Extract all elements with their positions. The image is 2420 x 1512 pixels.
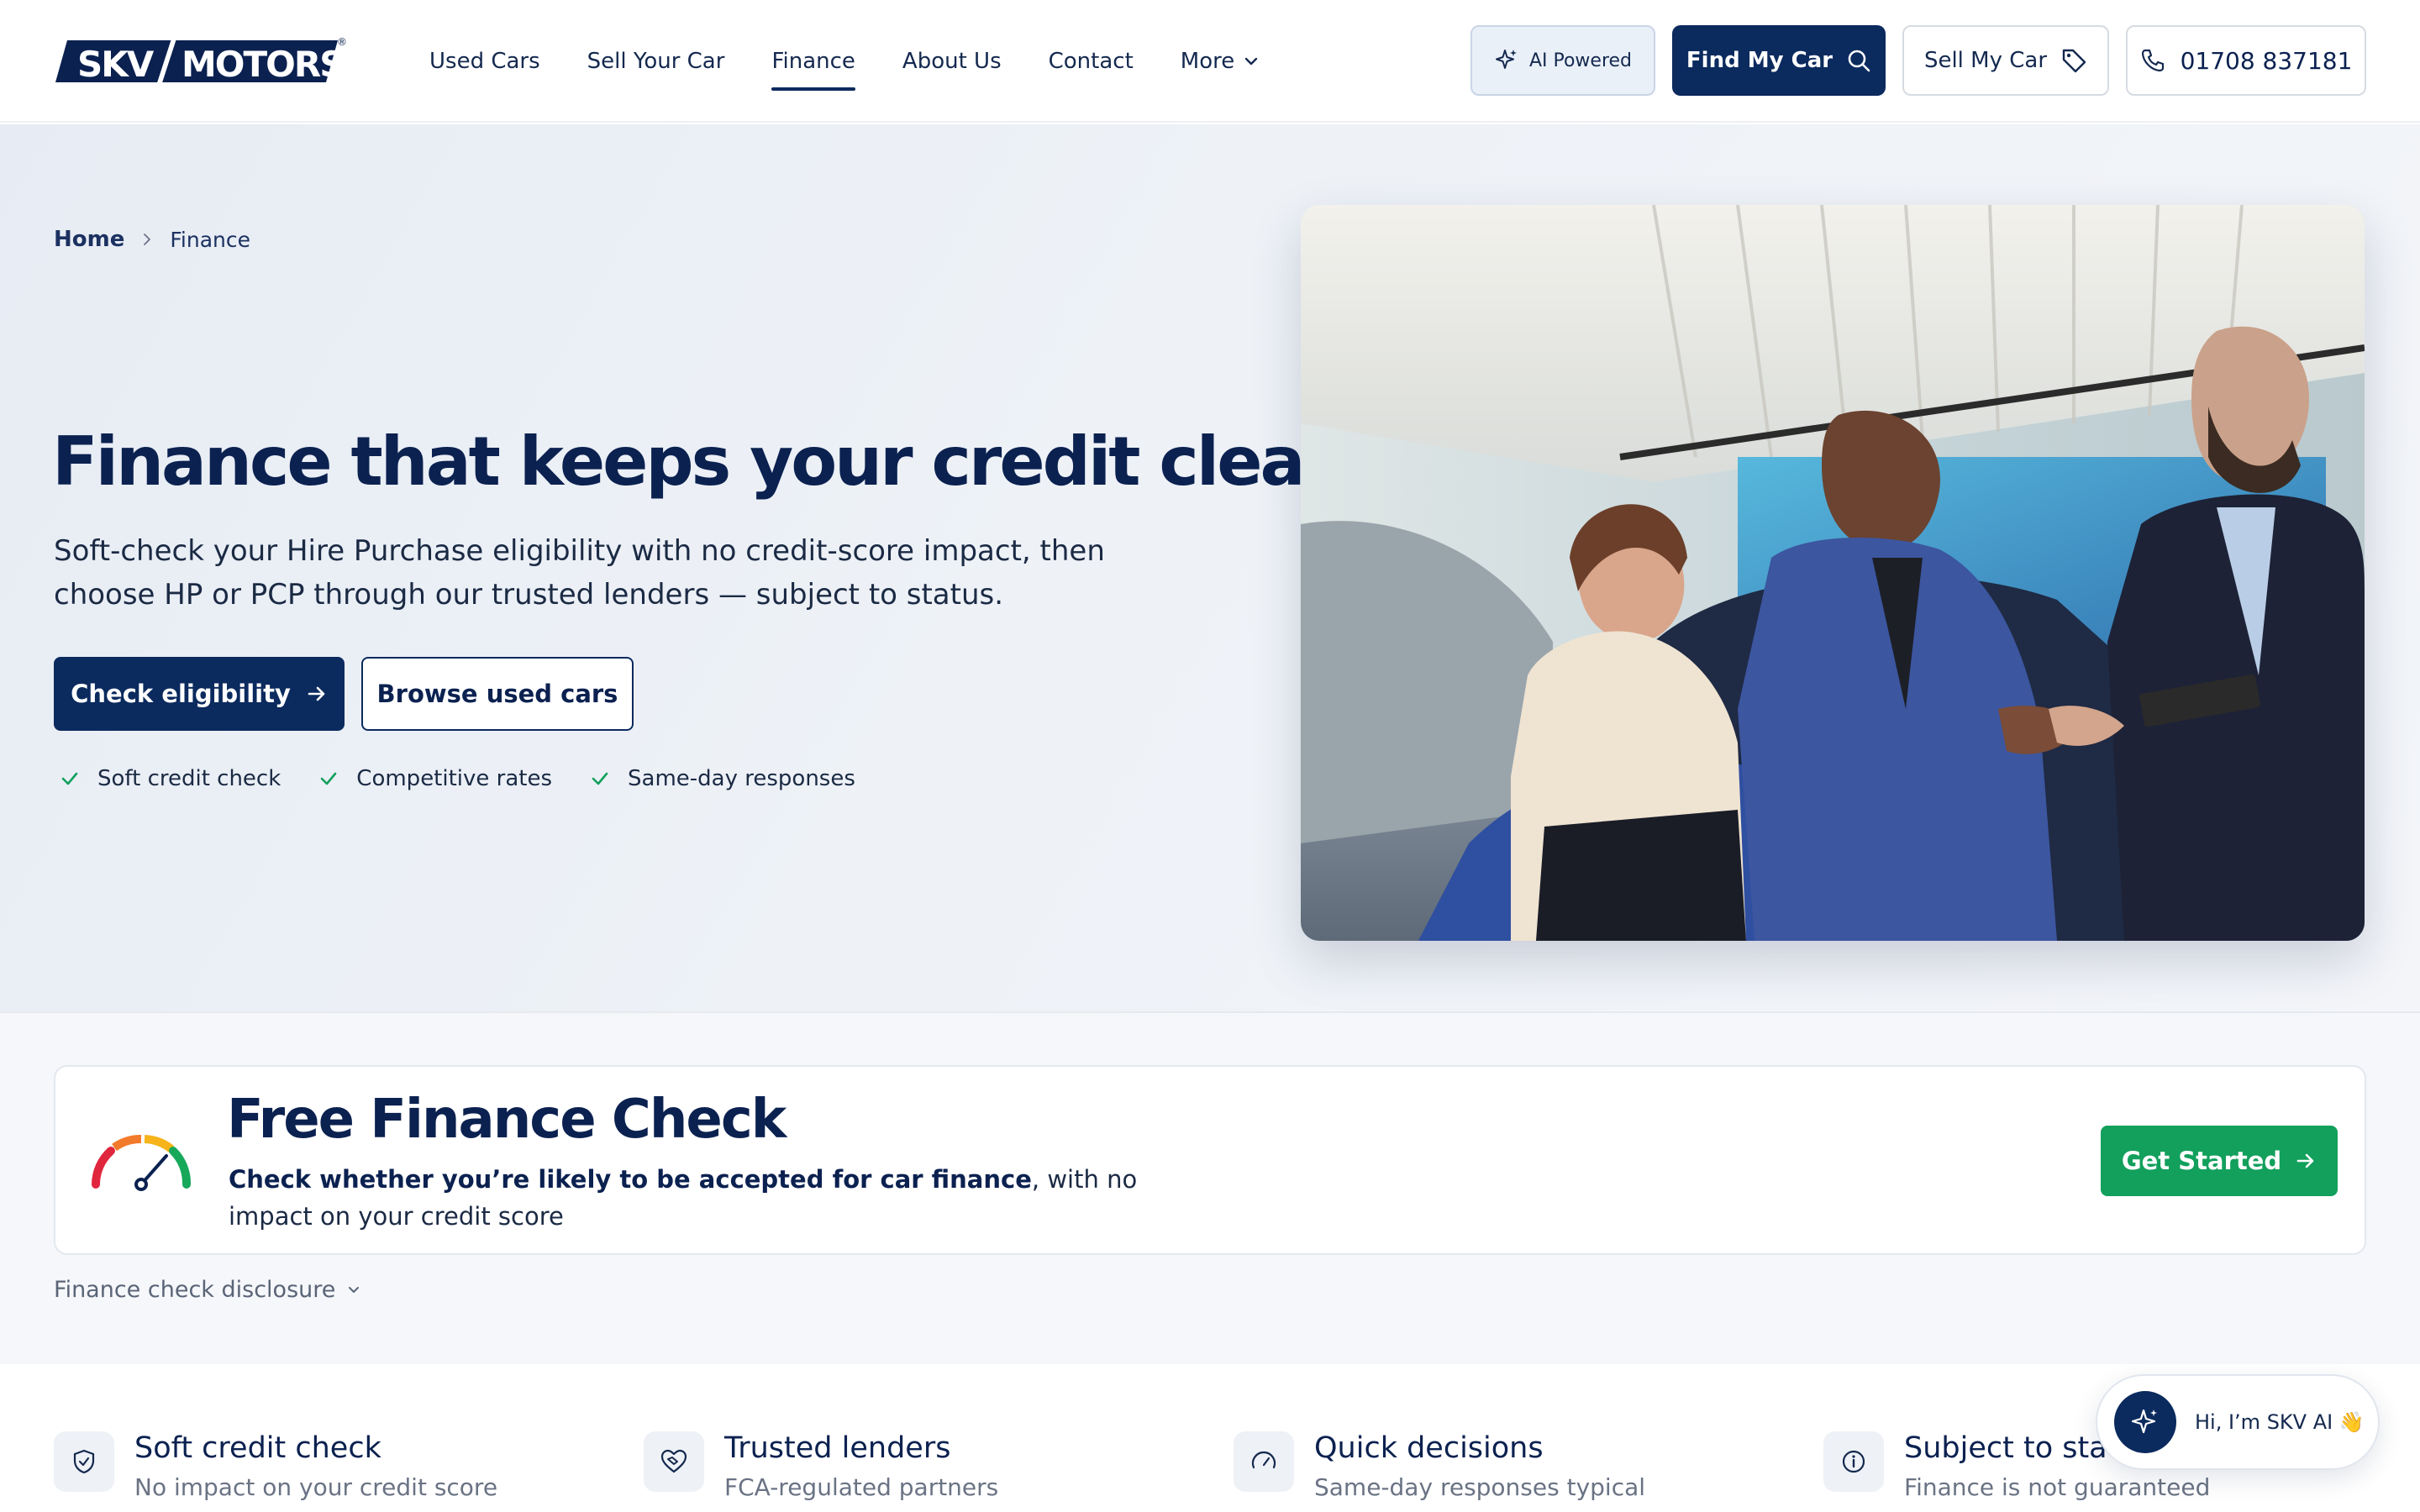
finance-check-disclosure-toggle[interactable]: Finance check disclosure: [54, 1277, 362, 1303]
feature-icon-box: [54, 1431, 114, 1492]
get-started-label: Get Started: [2121, 1147, 2282, 1175]
ai-chat-avatar: [2114, 1391, 2176, 1453]
feature-title: Quick decisions: [1314, 1431, 1544, 1465]
check-icon: [61, 772, 78, 785]
nav-contact-label: Contact: [1048, 49, 1134, 74]
phone-number: 01708 837181: [2180, 46, 2353, 75]
chevron-down-icon: [349, 1286, 360, 1293]
browse-used-cars-button[interactable]: Browse used cars: [361, 657, 634, 731]
feature-icon-box: [1823, 1431, 1884, 1492]
nav-used-cars[interactable]: Used Cars: [429, 49, 540, 74]
nav-contact[interactable]: Contact: [1049, 49, 1134, 74]
phone-icon: [2141, 49, 2164, 72]
benefit-label: Same-day responses: [628, 766, 855, 791]
feature-subtitle: Finance is not guaranteed: [1904, 1473, 2211, 1501]
chevron-right-icon: [144, 234, 151, 245]
logo-text-right: MOTORS: [182, 44, 343, 85]
page-title: Finance that keeps your credit clear: [52, 423, 1336, 501]
phone-button[interactable]: 01708 837181: [2126, 25, 2366, 96]
breadcrumb-current: Finance: [170, 227, 251, 252]
feature-subtitle: Same-day responses typical: [1314, 1473, 1646, 1501]
features-strip: Soft credit check No impact on your cred…: [0, 1364, 2420, 1512]
check-eligibility-label: Check eligibility: [71, 680, 291, 708]
arrow-right-icon: [2296, 1153, 2314, 1168]
find-my-car-button[interactable]: Find My Car: [1672, 25, 1886, 96]
ai-chat-launcher[interactable]: Hi, I’m SKV AI 👋: [2096, 1374, 2380, 1470]
breadcrumb-home[interactable]: Home: [54, 227, 124, 252]
hero-benefits: Soft credit check Competitive rates Same…: [59, 766, 892, 791]
feature-icon-box: [644, 1431, 704, 1492]
benefit-label: Competitive rates: [356, 766, 553, 791]
check-icon: [320, 772, 337, 785]
logo-text-left: SKV: [77, 44, 155, 85]
info-icon: [1842, 1450, 1865, 1473]
main-nav: Used Cars Sell Your Car Finance About Us…: [429, 0, 1307, 123]
ai-powered-label: AI Powered: [1528, 50, 1633, 71]
feature-icon-box: [1234, 1431, 1294, 1492]
search-icon: [1848, 50, 1870, 72]
arrow-right-icon: [308, 686, 325, 701]
finance-check-card: Free Finance Check Check whether you’re …: [54, 1065, 2366, 1255]
hero-photo-dealership-handshake: [1301, 205, 2365, 941]
benefit-item: Soft credit check: [59, 766, 281, 791]
benefit-item: Same-day responses: [589, 766, 855, 791]
gauge-icon: [1251, 1451, 1276, 1469]
finance-check-description: Check whether you’re likely to be accept…: [229, 1161, 1153, 1235]
tag-icon: [2062, 49, 2086, 73]
nav-used-cars-label: Used Cars: [429, 49, 540, 74]
sparkles-icon: [2131, 1409, 2157, 1434]
finance-check-desc-bold: Check whether you’re likely to be accept…: [229, 1165, 1032, 1194]
logo-registered-mark: ®: [337, 36, 347, 48]
benefit-item: Competitive rates: [318, 766, 552, 791]
shield-icon: [73, 1449, 95, 1474]
nav-sell-your-car-label: Sell Your Car: [587, 49, 725, 74]
nav-more-label: More: [1180, 49, 1235, 74]
chevron-down-icon: [1245, 57, 1258, 66]
site-header: SKV MOTORS ® Used Cars Sell Your Car Fin…: [0, 0, 2420, 123]
feature-title: Trusted lenders: [724, 1431, 951, 1465]
nav-about-us-label: About Us: [902, 49, 1002, 74]
check-eligibility-button[interactable]: Check eligibility: [54, 657, 345, 731]
get-started-button[interactable]: Get Started: [2101, 1126, 2338, 1196]
ai-powered-button[interactable]: AI Powered: [1470, 25, 1655, 96]
find-my-car-label: Find My Car: [1686, 48, 1833, 73]
nav-finance-label: Finance: [771, 49, 855, 74]
ai-chat-greeting: Hi, I’m SKV AI 👋: [2195, 1410, 2365, 1434]
benefit-label: Soft credit check: [97, 766, 281, 791]
nav-sell-your-car[interactable]: Sell Your Car: [587, 49, 725, 74]
sell-my-car-label: Sell My Car: [1923, 48, 2048, 73]
browse-used-cars-label: Browse used cars: [376, 680, 618, 708]
hero-subtitle: Soft-check your Hire Purchase eligibilit…: [54, 534, 1105, 612]
feature-subtitle: FCA-regulated partners: [724, 1473, 999, 1501]
feature-subtitle: No impact on your credit score: [134, 1473, 498, 1501]
skv-motors-logo[interactable]: SKV MOTORS ®: [55, 34, 350, 89]
disclosure-label: Finance check disclosure: [54, 1277, 336, 1303]
credit-gauge-icon: [92, 1134, 192, 1191]
nav-about-us[interactable]: About Us: [902, 49, 1002, 74]
sell-my-car-button[interactable]: Sell My Car: [1902, 25, 2109, 96]
nav-finance[interactable]: Finance: [771, 49, 856, 91]
finance-check-title: Free Finance Check: [227, 1089, 786, 1151]
check-icon: [592, 772, 608, 785]
nav-more[interactable]: More: [1181, 49, 1260, 74]
heart-handshake-icon: [660, 1449, 687, 1473]
sparkles-icon: [1495, 50, 1517, 69]
breadcrumb: Home Finance: [54, 227, 250, 252]
feature-title: Soft credit check: [134, 1431, 381, 1465]
